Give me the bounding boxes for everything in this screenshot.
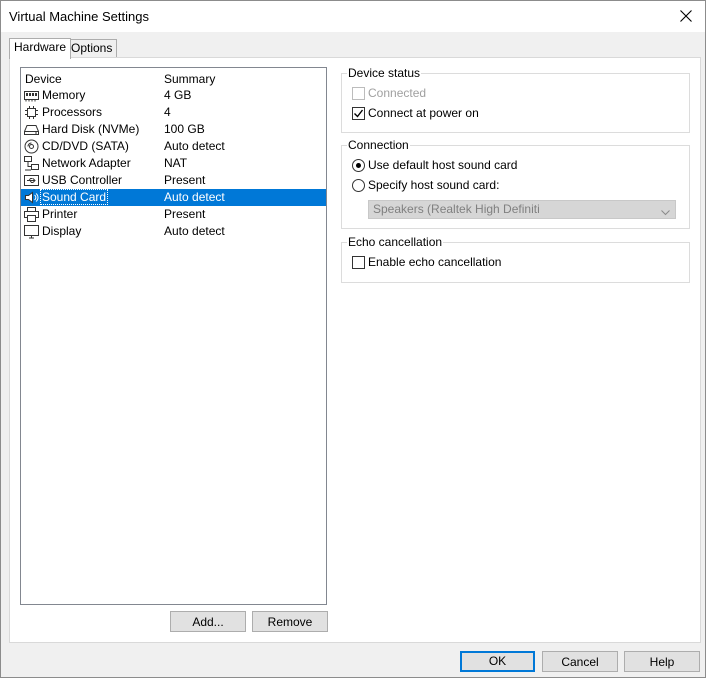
device-row-processors[interactable]: Processors 4 <box>21 104 326 121</box>
tab-hardware[interactable]: Hardware <box>9 38 72 59</box>
use-default-label: Use default host sound card <box>368 158 518 172</box>
connection-group: Connection Use default host sound card S… <box>341 138 690 229</box>
checkmark-icon <box>354 109 364 118</box>
connect-at-power-on-label: Connect at power on <box>368 106 479 120</box>
help-button[interactable]: Help <box>624 651 700 672</box>
hardware-panel: Device Summary Memory 4 GB Processors 4 … <box>9 57 701 643</box>
device-status-group: Device status Connected Connect at power… <box>341 66 690 133</box>
device-name: CD/DVD (SATA) <box>42 139 129 153</box>
device-name: Memory <box>42 88 86 102</box>
device-status-title: Device status <box>347 66 422 80</box>
device-row-memory[interactable]: Memory 4 GB <box>21 87 326 104</box>
device-row-usb-controller[interactable]: USB Controller Present <box>21 172 326 189</box>
radio-circle <box>352 179 365 192</box>
network-adapter-icon <box>24 156 39 171</box>
echo-checkbox-box <box>352 256 365 269</box>
specify-label: Specify host sound card: <box>368 178 500 192</box>
device-list[interactable]: Device Summary Memory 4 GB Processors 4 … <box>20 67 327 605</box>
cancel-button[interactable]: Cancel <box>542 651 618 672</box>
device-name: USB Controller <box>42 173 123 187</box>
hard-disk-icon <box>24 122 39 137</box>
device-name: Printer <box>42 207 78 221</box>
ok-button[interactable]: OK <box>460 651 535 672</box>
remove-device-button[interactable]: Remove <box>252 611 328 632</box>
device-summary: 4 <box>164 105 171 119</box>
chevron-down-icon <box>661 205 670 219</box>
sound-card-icon <box>24 190 39 205</box>
device-summary: Present <box>164 207 206 221</box>
device-name: Hard Disk (NVMe) <box>42 122 140 136</box>
display-icon <box>24 224 39 239</box>
tab-options[interactable]: Options <box>66 39 118 58</box>
device-summary: Auto detect <box>164 139 225 153</box>
echo-cancellation-group: Echo cancellation Enable echo cancellati… <box>341 235 690 283</box>
device-row-hard-disk[interactable]: Hard Disk (NVMe) 100 GB <box>21 121 326 138</box>
memory-icon <box>24 88 39 103</box>
column-header-summary[interactable]: Summary <box>164 72 215 86</box>
radio-dot <box>356 163 361 168</box>
device-row-sound-card[interactable]: Sound Card Auto detect <box>21 189 326 206</box>
echo-cancellation-title: Echo cancellation <box>347 235 444 249</box>
device-summary: Auto detect <box>164 224 225 238</box>
device-name: Processors <box>42 105 103 119</box>
device-name: Sound Card <box>39 189 109 205</box>
dialog-window: Virtual Machine Settings Hardware Option… <box>0 0 706 678</box>
device-row-cd-dvd[interactable]: CD/DVD (SATA) Auto detect <box>21 138 326 155</box>
host-sound-card-value: Speakers (Realtek High Definiti <box>373 202 540 216</box>
enable-echo-cancellation-label: Enable echo cancellation <box>368 255 502 269</box>
device-summary: Auto detect <box>164 190 225 204</box>
processor-icon <box>24 105 39 120</box>
device-name: Network Adapter <box>42 156 131 170</box>
device-row-network-adapter[interactable]: Network Adapter NAT <box>21 155 326 172</box>
host-sound-card-select[interactable]: Speakers (Realtek High Definiti <box>368 200 676 219</box>
connected-label: Connected <box>368 86 427 100</box>
usb-controller-icon <box>24 173 39 188</box>
add-device-button[interactable]: Add... <box>170 611 246 632</box>
radio-circle <box>352 159 365 172</box>
close-button[interactable] <box>673 5 699 27</box>
list-header: Device Summary <box>21 70 326 87</box>
device-summary: NAT <box>164 156 188 170</box>
device-row-display[interactable]: Display Auto detect <box>21 223 326 240</box>
device-summary: 4 GB <box>164 88 192 102</box>
printer-icon <box>24 207 39 222</box>
cd-dvd-icon <box>24 139 39 154</box>
device-name: Display <box>42 224 82 238</box>
connected-checkbox-box <box>352 87 365 100</box>
device-row-printer[interactable]: Printer Present <box>21 206 326 223</box>
device-summary: Present <box>164 173 206 187</box>
window-title: Virtual Machine Settings <box>9 9 149 24</box>
connection-title: Connection <box>347 138 410 152</box>
column-header-device[interactable]: Device <box>25 72 62 86</box>
title-bar: Virtual Machine Settings <box>1 1 705 32</box>
device-summary: 100 GB <box>164 122 205 136</box>
close-icon <box>680 10 692 22</box>
connect-at-power-on-box <box>352 107 365 120</box>
